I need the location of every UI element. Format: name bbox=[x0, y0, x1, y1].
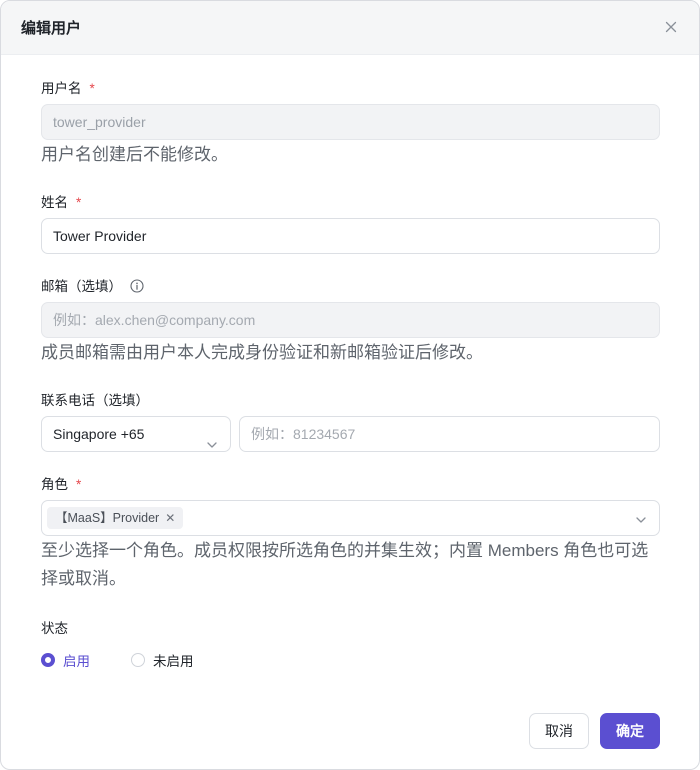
status-label: 状态 bbox=[41, 621, 68, 636]
role-label-text: 角色 bbox=[41, 477, 68, 492]
role-helper-text: 至少选择一个角色。成员权限按所选角色的并集生效；内置 Members 角色也可选… bbox=[41, 541, 649, 588]
username-input: tower_provider bbox=[41, 104, 660, 140]
username-label-text: 用户名 bbox=[41, 81, 82, 96]
email-label-text: 邮箱（选填） bbox=[41, 279, 122, 294]
status-enabled-label: 启用 bbox=[63, 654, 90, 669]
status-disabled-radio[interactable]: 未启用 bbox=[131, 651, 194, 669]
radio-checked-icon bbox=[41, 653, 55, 667]
info-icon[interactable] bbox=[130, 279, 144, 296]
phone-input[interactable]: 例如：81234567 bbox=[239, 416, 660, 452]
role-label: 角色 * bbox=[41, 473, 81, 493]
name-label-text: 姓名 bbox=[41, 195, 68, 210]
required-mark: * bbox=[76, 195, 82, 210]
remove-tag-icon[interactable]: ✕ bbox=[165, 511, 175, 525]
username-label: 用户名 * bbox=[41, 77, 95, 97]
status-enabled-radio[interactable]: 启用 bbox=[41, 651, 90, 669]
cancel-button[interactable]: 取消 bbox=[529, 713, 589, 749]
dialog-header: 编辑用户 bbox=[1, 1, 699, 55]
role-tag-label: 【MaaS】Provider bbox=[55, 511, 160, 525]
confirm-button[interactable]: 确定 bbox=[600, 713, 660, 749]
name-input[interactable]: Tower Provider bbox=[41, 218, 660, 254]
phone-label: 联系电话（选填） bbox=[41, 393, 149, 408]
required-mark: * bbox=[76, 477, 82, 492]
dialog-title: 编辑用户 bbox=[21, 20, 82, 37]
username-helper-text: 用户名创建后不能修改。 bbox=[41, 145, 228, 164]
role-multiselect[interactable]: 【MaaS】Provider ✕ bbox=[41, 500, 660, 536]
close-icon[interactable] bbox=[663, 19, 679, 35]
chevron-down-icon bbox=[635, 513, 647, 531]
email-label: 邮箱（选填） bbox=[41, 275, 144, 296]
email-input: 例如：alex.chen@company.com bbox=[41, 302, 660, 338]
chevron-down-icon bbox=[206, 429, 218, 463]
status-disabled-label: 未启用 bbox=[153, 654, 194, 669]
email-helper-text: 成员邮箱需由用户本人完成身份验证和新邮箱验证后修改。 bbox=[41, 343, 483, 362]
role-tag: 【MaaS】Provider ✕ bbox=[47, 507, 184, 529]
country-code-value: Singapore +65 bbox=[53, 426, 145, 442]
name-label: 姓名 * bbox=[41, 191, 81, 211]
country-code-select[interactable]: Singapore +65 bbox=[41, 416, 231, 452]
edit-user-dialog: 编辑用户 用户名 * tower_provider 用户名创建后不能修改。 姓名 *… bbox=[0, 0, 700, 770]
required-mark: * bbox=[89, 81, 95, 96]
radio-unchecked-icon bbox=[131, 653, 145, 667]
